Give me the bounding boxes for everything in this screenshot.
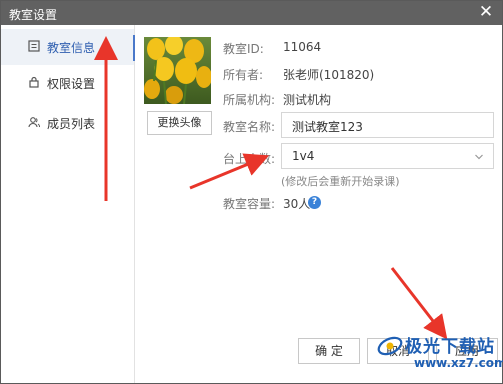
- ok-button[interactable]: 确 定: [298, 338, 360, 364]
- owner-value: 张老师(101820): [283, 68, 375, 82]
- sidebar-item-label: 权限设置: [47, 77, 96, 91]
- sidebar-item-label: 成员列表: [47, 117, 96, 131]
- help-icon[interactable]: ?: [308, 196, 321, 209]
- users-icon: [28, 117, 40, 128]
- close-icon[interactable]: ✕: [476, 2, 496, 22]
- classroom-info-panel: 更换头像 教室ID: 11064 所有者: 张老师(101820) 所属机构: …: [135, 25, 502, 383]
- capacity-value: 30人: [283, 197, 311, 211]
- classroom-name-value: 测试教室123: [292, 120, 363, 134]
- classroom-id-value: 11064: [283, 40, 322, 54]
- chevron-down-icon: [475, 154, 483, 160]
- classroom-name-label: 教室名称:: [223, 120, 276, 134]
- organization-label: 所属机构:: [223, 93, 276, 107]
- sidebar: 教室信息 权限设置 成员列表: [1, 25, 135, 383]
- change-avatar-button[interactable]: 更换头像: [147, 111, 212, 135]
- lock-icon: [29, 76, 39, 88]
- sidebar-item-members[interactable]: 成员列表: [1, 105, 134, 141]
- classroom-avatar: [144, 37, 211, 104]
- apply-button[interactable]: 应用: [436, 338, 498, 364]
- capacity-label: 教室容量:: [223, 197, 276, 211]
- dialog-title: 教室设置: [9, 8, 58, 22]
- classroom-settings-dialog: 教室设置 ✕ 教室信息 权限设置 成员列表 更换头像 教室ID: 11064 所…: [0, 0, 503, 384]
- organization-value: 测试机构: [283, 93, 332, 107]
- classroom-id-label: 教室ID:: [223, 42, 264, 56]
- classroom-name-input[interactable]: 测试教室123: [281, 112, 494, 138]
- owner-label: 所有者:: [223, 68, 264, 82]
- sidebar-item-label: 教室信息: [47, 41, 96, 55]
- stage-seats-select[interactable]: 1v4: [281, 143, 494, 169]
- stage-seats-hint: (修改后会重新开始录课): [281, 175, 400, 188]
- stage-seats-label: 台上人数:: [223, 152, 276, 166]
- cancel-button[interactable]: 取消: [367, 338, 429, 364]
- document-icon: [28, 40, 40, 52]
- sidebar-item-classroom-info[interactable]: 教室信息: [1, 29, 135, 65]
- sidebar-item-permissions[interactable]: 权限设置: [1, 65, 134, 101]
- stage-seats-value: 1v4: [292, 149, 315, 163]
- title-bar: 教室设置 ✕: [1, 1, 502, 25]
